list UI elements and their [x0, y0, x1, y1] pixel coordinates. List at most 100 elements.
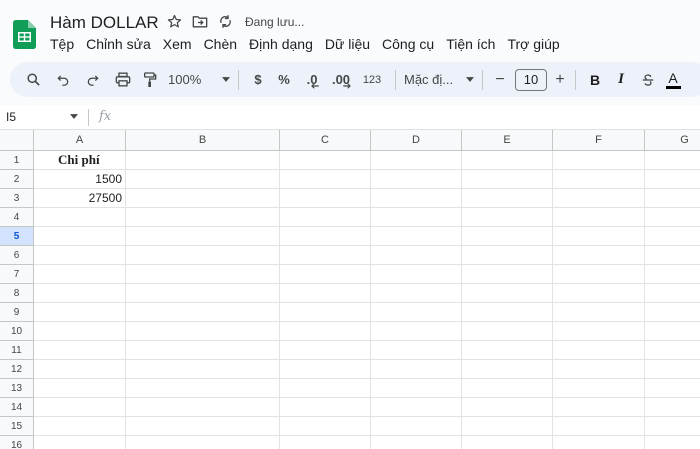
cell-d4[interactable]	[371, 208, 462, 227]
column-header-b[interactable]: B	[126, 130, 280, 151]
cell-f15[interactable]	[553, 417, 645, 436]
cell-c8[interactable]	[280, 284, 371, 303]
cell-e13[interactable]	[462, 379, 553, 398]
decrease-decimal-button[interactable]: .0	[299, 68, 325, 92]
row-header-2[interactable]: 2	[0, 170, 34, 189]
cell-b1[interactable]	[126, 151, 280, 170]
cell-a15[interactable]	[34, 417, 126, 436]
cell-f5[interactable]	[553, 227, 645, 246]
menu-view[interactable]: Xem	[163, 36, 192, 52]
cell-e1[interactable]	[462, 151, 553, 170]
chevron-down-icon[interactable]	[70, 114, 78, 119]
cell-c14[interactable]	[280, 398, 371, 417]
cell-a9[interactable]	[34, 303, 126, 322]
cell-e7[interactable]	[462, 265, 553, 284]
cell-d12[interactable]	[371, 360, 462, 379]
cell-e10[interactable]	[462, 322, 553, 341]
cell-b14[interactable]	[126, 398, 280, 417]
sheets-logo-icon[interactable]	[13, 20, 36, 49]
cell-b2[interactable]	[126, 170, 280, 189]
cell-a10[interactable]	[34, 322, 126, 341]
cell-f9[interactable]	[553, 303, 645, 322]
cell-b16[interactable]	[126, 436, 280, 449]
cell-b6[interactable]	[126, 246, 280, 265]
menu-tools[interactable]: Công cụ	[382, 36, 434, 52]
strikethrough-icon[interactable]	[636, 68, 660, 92]
cell-e3[interactable]	[462, 189, 553, 208]
cell-a12[interactable]	[34, 360, 126, 379]
cell-a8[interactable]	[34, 284, 126, 303]
cell-g5[interactable]	[645, 227, 700, 246]
cell-a13[interactable]	[34, 379, 126, 398]
cell-b10[interactable]	[126, 322, 280, 341]
cell-f8[interactable]	[553, 284, 645, 303]
cell-b13[interactable]	[126, 379, 280, 398]
search-menus-icon[interactable]	[22, 68, 44, 92]
cell-e4[interactable]	[462, 208, 553, 227]
menu-insert[interactable]: Chèn	[204, 36, 237, 52]
column-header-f[interactable]: F	[553, 130, 645, 151]
cell-c10[interactable]	[280, 322, 371, 341]
cell-f7[interactable]	[553, 265, 645, 284]
cell-g6[interactable]	[645, 246, 700, 265]
cell-a6[interactable]	[34, 246, 126, 265]
cell-a5[interactable]	[34, 227, 126, 246]
cell-e8[interactable]	[462, 284, 553, 303]
row-header-4[interactable]: 4	[0, 208, 34, 227]
cell-c12[interactable]	[280, 360, 371, 379]
menu-edit[interactable]: Chỉnh sửa	[86, 36, 151, 52]
cell-f6[interactable]	[553, 246, 645, 265]
cell-g7[interactable]	[645, 265, 700, 284]
more-formats-button[interactable]: 123	[357, 68, 387, 92]
cell-d1[interactable]	[371, 151, 462, 170]
row-header-9[interactable]: 9	[0, 303, 34, 322]
row-header-10[interactable]: 10	[0, 322, 34, 341]
cell-g2[interactable]	[645, 170, 700, 189]
cell-g9[interactable]	[645, 303, 700, 322]
menu-help[interactable]: Trợ giúp	[507, 36, 559, 52]
cell-a2[interactable]: 1500	[34, 170, 126, 189]
cell-g14[interactable]	[645, 398, 700, 417]
cell-e5[interactable]	[462, 227, 553, 246]
cell-a7[interactable]	[34, 265, 126, 284]
row-header-16[interactable]: 16	[0, 436, 34, 449]
cell-g12[interactable]	[645, 360, 700, 379]
cell-f4[interactable]	[553, 208, 645, 227]
cell-b8[interactable]	[126, 284, 280, 303]
cell-f10[interactable]	[553, 322, 645, 341]
row-header-1[interactable]: 1	[0, 151, 34, 170]
cell-a11[interactable]	[34, 341, 126, 360]
cell-d8[interactable]	[371, 284, 462, 303]
menu-file[interactable]: Tệp	[50, 36, 74, 52]
cell-e16[interactable]	[462, 436, 553, 449]
cell-d9[interactable]	[371, 303, 462, 322]
menu-extensions[interactable]: Tiện ích	[446, 36, 495, 52]
move-folder-icon[interactable]	[192, 14, 208, 29]
cell-d16[interactable]	[371, 436, 462, 449]
cell-f1[interactable]	[553, 151, 645, 170]
star-icon[interactable]	[167, 14, 182, 29]
menu-data[interactable]: Dữ liệu	[325, 36, 370, 52]
row-header-7[interactable]: 7	[0, 265, 34, 284]
cell-g13[interactable]	[645, 379, 700, 398]
row-header-8[interactable]: 8	[0, 284, 34, 303]
cell-d3[interactable]	[371, 189, 462, 208]
document-title[interactable]: Hàm DOLLAR	[50, 13, 159, 33]
cell-a3[interactable]: 27500	[34, 189, 126, 208]
cell-f11[interactable]	[553, 341, 645, 360]
cell-f2[interactable]	[553, 170, 645, 189]
cell-d13[interactable]	[371, 379, 462, 398]
cell-c2[interactable]	[280, 170, 371, 189]
cell-a16[interactable]	[34, 436, 126, 449]
cell-g16[interactable]	[645, 436, 700, 449]
cell-f13[interactable]	[553, 379, 645, 398]
cell-c7[interactable]	[280, 265, 371, 284]
cell-f12[interactable]	[553, 360, 645, 379]
increase-decimal-button[interactable]: .00	[325, 68, 357, 92]
cell-c13[interactable]	[280, 379, 371, 398]
cell-e6[interactable]	[462, 246, 553, 265]
cell-a1[interactable]: Chi phí	[34, 151, 126, 170]
cell-d7[interactable]	[371, 265, 462, 284]
cell-e12[interactable]	[462, 360, 553, 379]
cell-g4[interactable]	[645, 208, 700, 227]
